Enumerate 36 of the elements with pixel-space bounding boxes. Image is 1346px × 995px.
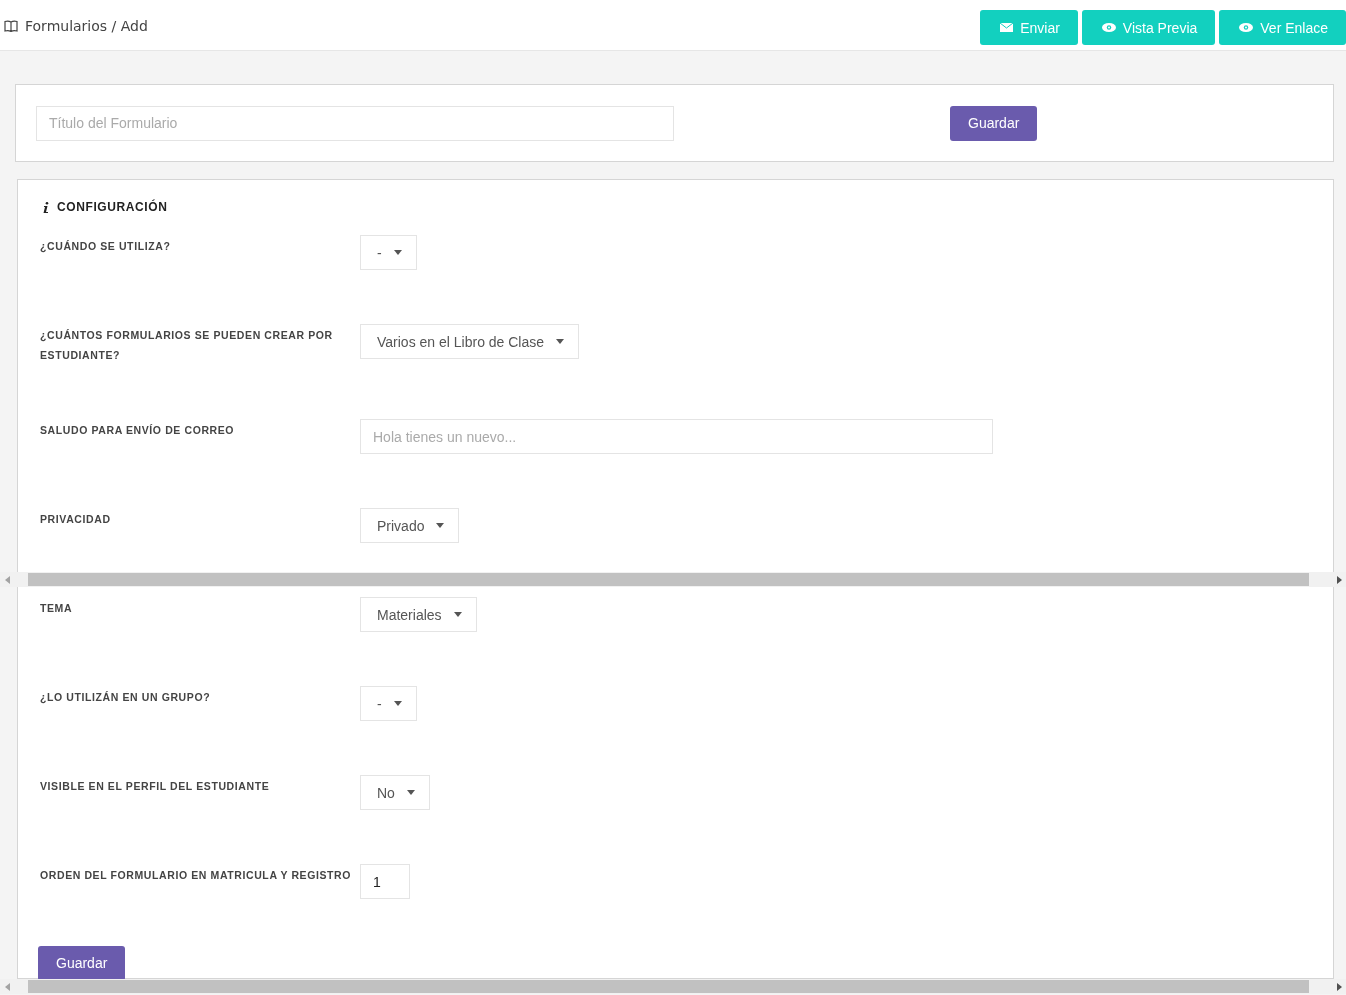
scroll-right-icon[interactable] xyxy=(1337,982,1342,991)
number-field[interactable]: 1 xyxy=(360,864,410,899)
field-label: ¿LO UTILIZÁN EN UN GRUPO? xyxy=(39,690,212,706)
caret-icon xyxy=(393,250,402,255)
select-dropdown[interactable]: Privado xyxy=(360,508,460,543)
info-icon xyxy=(43,201,49,213)
field-label: PRIVACIDAD xyxy=(39,512,112,527)
eye-icon xyxy=(1239,23,1254,32)
select-dropdown[interactable]: Varios en el Libro de Clase xyxy=(360,324,580,359)
select-dropdown[interactable]: - xyxy=(360,235,417,270)
eye-icon xyxy=(1101,23,1116,32)
field-label: VISIBLE EN EL PERFIL DEL ESTUDIANTE xyxy=(39,779,271,794)
caret-icon xyxy=(393,701,402,706)
section-title: CONFIGURACIÓN xyxy=(57,200,168,214)
select-dropdown[interactable]: No xyxy=(360,775,430,810)
scroll-right-icon[interactable] xyxy=(1337,575,1342,584)
field-label: TEMA xyxy=(39,601,74,616)
field-label: ORDEN DEL FORMULARIO EN MATRICULA Y REGISTRO xyxy=(39,868,353,883)
save-button[interactable]: Guardar xyxy=(950,105,1038,141)
caret-icon xyxy=(556,339,565,344)
caret-icon xyxy=(406,790,415,795)
scroll-left-icon[interactable] xyxy=(5,982,10,991)
breadcrumb: Formularios / Add xyxy=(25,17,148,34)
caret-icon xyxy=(436,523,445,528)
title-input[interactable]: Título del Formulario xyxy=(36,105,674,141)
field-label: ¿CUÁNTOS FORMULARIOS SE PUEDEN CREAR POR ESTUDIANTE? xyxy=(39,328,334,363)
caret-icon xyxy=(453,612,462,617)
select-dropdown[interactable]: - xyxy=(360,686,417,721)
input-field[interactable]: Hola tienes un nuevo... xyxy=(360,419,993,454)
field-label: ¿CUÁNDO SE UTILIZA? xyxy=(39,239,172,255)
field-label: SALUDO PARA ENVÍO DE CORREO xyxy=(39,423,236,438)
select-dropdown[interactable]: Materiales xyxy=(360,597,477,632)
book-icon xyxy=(4,19,18,32)
scroll-left-icon[interactable] xyxy=(5,575,10,584)
envelope-icon xyxy=(1000,23,1014,32)
save-button[interactable]: Guardar xyxy=(38,945,126,981)
